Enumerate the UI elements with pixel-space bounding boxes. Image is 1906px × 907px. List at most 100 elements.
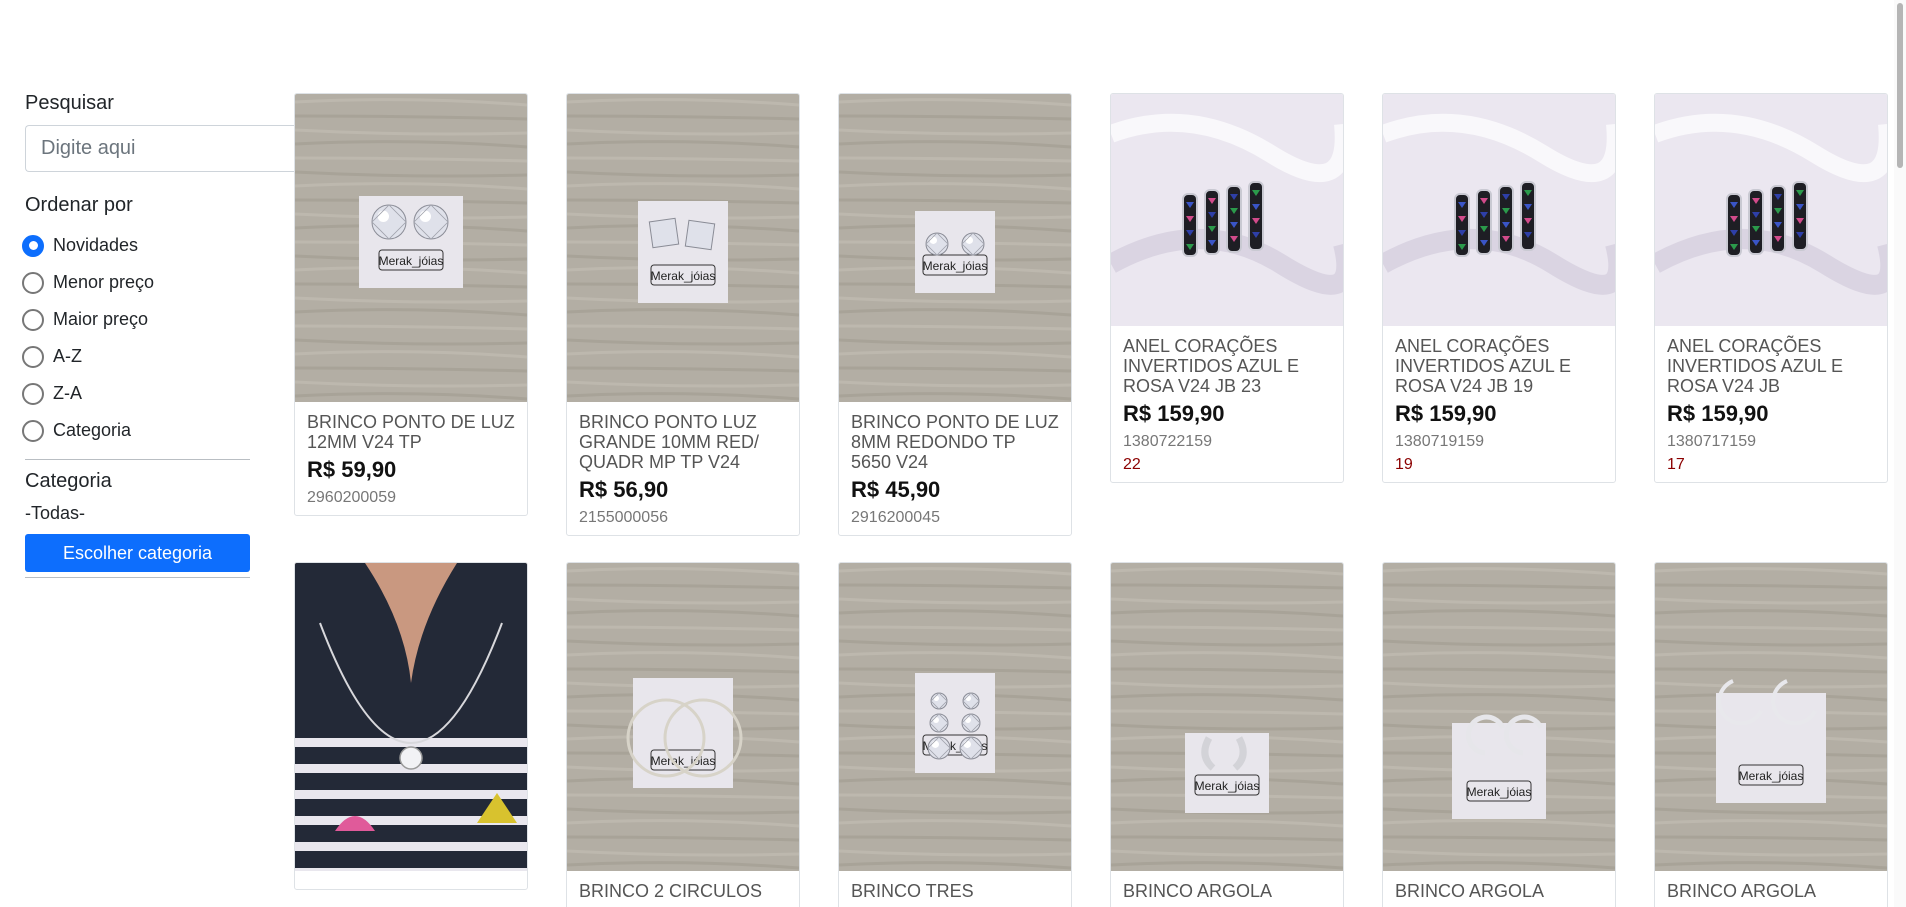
sort-option[interactable]: Categoria (22, 412, 250, 449)
product-image[interactable] (295, 563, 527, 871)
product-grid: Merak_jóias BRINCO PONTO DE LUZ 12MM V24 … (294, 93, 1890, 907)
scrollbar-thumb[interactable] (1897, 3, 1903, 168)
product-code: 1380719159 (1395, 433, 1484, 450)
divider (25, 459, 250, 460)
product-price: R$ 159,90 (1667, 401, 1769, 426)
svg-text:Merak_jóias: Merak_jóias (651, 754, 716, 768)
sort-option-label: Categoria (53, 420, 132, 440)
product-info (295, 871, 527, 889)
product-card[interactable]: Merak_jóias BRINCO PONTO DE LUZ 12MM V24 … (294, 93, 528, 516)
radio-button[interactable] (22, 382, 44, 405)
product-info: BRINCO TRES (839, 871, 1071, 907)
divider (25, 577, 250, 578)
search-label: Pesquisar (25, 92, 114, 114)
product-title: ANEL CORAÇÕES INVERTIDOS AZUL E ROSA V24… (1667, 336, 1844, 396)
product-image[interactable]: Merak_jóias (839, 94, 1071, 402)
product-card[interactable]: Merak_jóias BRINCO PONTO DE LUZ 8MM REDON… (838, 93, 1072, 536)
product-info: BRINCO ARGOLA (1383, 871, 1615, 907)
radio-button[interactable] (22, 419, 44, 442)
product-card[interactable]: ANEL CORAÇÕES INVERTIDOS AZUL E ROSA V24… (1110, 93, 1344, 483)
product-title: BRINCO TRES (851, 881, 974, 901)
product-card[interactable]: Merak_jóias BRINCO ARGOLA (1110, 562, 1344, 907)
product-row: Merak_jóias BRINCO PONTO DE LUZ 12MM V24 … (294, 93, 1890, 536)
product-image[interactable]: Merak_jóias (567, 563, 799, 871)
product-info: ANEL CORAÇÕES INVERTIDOS AZUL E ROSA V24… (1111, 326, 1343, 482)
svg-text:Merak_jóias: Merak_jóias (1739, 769, 1804, 783)
product-image[interactable] (1111, 94, 1343, 326)
sort-options: Novidades Menor preço Maior preço A-Z Z-A Cat… (22, 227, 250, 449)
sort-option[interactable]: A-Z (22, 338, 250, 375)
product-title: BRINCO PONTO DE LUZ 12MM V24 TP (307, 412, 515, 452)
sort-option-label: Novidades (53, 235, 139, 255)
category-label: Categoria (25, 470, 112, 492)
product-row: Merak_jóias BRINCO 2 CIRCULOS Merak_jóias B… (294, 562, 1890, 907)
product-code: 2960200059 (307, 489, 396, 506)
product-stock: 22 (1123, 456, 1141, 473)
product-image[interactable] (1655, 94, 1887, 326)
product-card[interactable]: ANEL CORAÇÕES INVERTIDOS AZUL E ROSA V24… (1654, 93, 1888, 483)
filter-sidebar: Pesquisar Ordenar por Novidades Menor pre… (22, 92, 372, 588)
product-price: R$ 45,90 (851, 477, 941, 502)
search-group (25, 125, 372, 172)
product-title: BRINCO PONTO LUZ GRANDE 10MM RED/ QUADR … (579, 412, 760, 472)
product-image[interactable] (1383, 94, 1615, 326)
product-image[interactable]: Merak_jóias (1383, 563, 1615, 871)
product-card[interactable]: Merak_jóias BRINCO ARGOLA (1382, 562, 1616, 907)
sort-option[interactable]: Novidades (22, 227, 250, 264)
sort-option-label: Menor preço (53, 272, 155, 292)
product-info: BRINCO 2 CIRCULOS (567, 871, 799, 907)
product-card[interactable]: ANEL CORAÇÕES INVERTIDOS AZUL E ROSA V24… (1382, 93, 1616, 483)
product-card[interactable]: Merak_jóias BRINCO ARGOLA (1654, 562, 1888, 907)
product-title: BRINCO PONTO DE LUZ 8MM REDONDO TP 5650 … (851, 412, 1059, 472)
sort-option[interactable]: Z-A (22, 375, 250, 412)
svg-text:Merak_jóias: Merak_jóias (379, 254, 444, 268)
product-title: BRINCO 2 CIRCULOS (579, 881, 763, 901)
product-title: ANEL CORAÇÕES INVERTIDOS AZUL E ROSA V24… (1395, 336, 1572, 396)
product-code: 1380722159 (1123, 433, 1212, 450)
product-image[interactable]: Merak_jóias (567, 94, 799, 402)
category-value: -Todas- (25, 503, 86, 523)
product-card[interactable]: Merak_jóias BRINCO TRES (838, 562, 1072, 907)
product-info: BRINCO ARGOLA (1111, 871, 1343, 907)
radio-button[interactable] (22, 345, 44, 368)
page-scrollbar[interactable] (1894, 0, 1906, 907)
product-price: R$ 159,90 (1395, 401, 1497, 426)
product-stock: 19 (1395, 456, 1413, 473)
product-title: BRINCO ARGOLA (1123, 881, 1273, 901)
page: Pesquisar Ordenar por Novidades Menor pre… (0, 0, 1906, 907)
product-code: 2155000056 (579, 509, 668, 526)
product-image[interactable]: Merak_jóias (1655, 563, 1887, 871)
product-info: ANEL CORAÇÕES INVERTIDOS AZUL E ROSA V24… (1383, 326, 1615, 482)
product-title: ANEL CORAÇÕES INVERTIDOS AZUL E ROSA V24… (1123, 336, 1300, 396)
product-card[interactable] (294, 562, 528, 890)
product-title: BRINCO ARGOLA (1667, 881, 1817, 901)
svg-text:Merak_jóias: Merak_jóias (923, 259, 988, 273)
radio-button[interactable] (22, 234, 44, 257)
svg-text:Merak_jóias: Merak_jóias (651, 269, 716, 283)
product-image[interactable]: Merak_jóias (295, 94, 527, 402)
product-price: R$ 159,90 (1123, 401, 1225, 426)
search-input[interactable] (25, 125, 321, 172)
product-stock: 17 (1667, 456, 1685, 473)
radio-button[interactable] (22, 271, 44, 294)
radio-button[interactable] (22, 308, 44, 331)
sort-option[interactable]: Menor preço (22, 264, 250, 301)
svg-text:Merak_jóias: Merak_jóias (1195, 779, 1260, 793)
product-image[interactable]: Merak_jóias (839, 563, 1071, 871)
sort-option-label: A-Z (53, 346, 82, 366)
sort-label: Ordenar por (25, 194, 133, 216)
product-info: BRINCO PONTO DE LUZ 12MM V24 TP R$ 59,90 2… (295, 402, 527, 515)
sort-option-label: Maior preço (53, 309, 149, 329)
product-info: BRINCO PONTO LUZ GRANDE 10MM RED/ QUADR … (567, 402, 799, 535)
choose-category-button[interactable]: Escolher categoria (25, 534, 250, 572)
product-card[interactable]: Merak_jóias BRINCO PONTO LUZ GRANDE 10MM … (566, 93, 800, 536)
sort-option-label: Z-A (53, 383, 82, 403)
product-info: BRINCO ARGOLA (1655, 871, 1887, 907)
product-price: R$ 56,90 (579, 477, 669, 502)
product-title: BRINCO ARGOLA (1395, 881, 1545, 901)
product-card[interactable]: Merak_jóias BRINCO 2 CIRCULOS (566, 562, 800, 907)
product-price: R$ 59,90 (307, 457, 397, 482)
product-image[interactable]: Merak_jóias (1111, 563, 1343, 871)
sort-option[interactable]: Maior preço (22, 301, 250, 338)
product-info: ANEL CORAÇÕES INVERTIDOS AZUL E ROSA V24… (1655, 326, 1887, 482)
